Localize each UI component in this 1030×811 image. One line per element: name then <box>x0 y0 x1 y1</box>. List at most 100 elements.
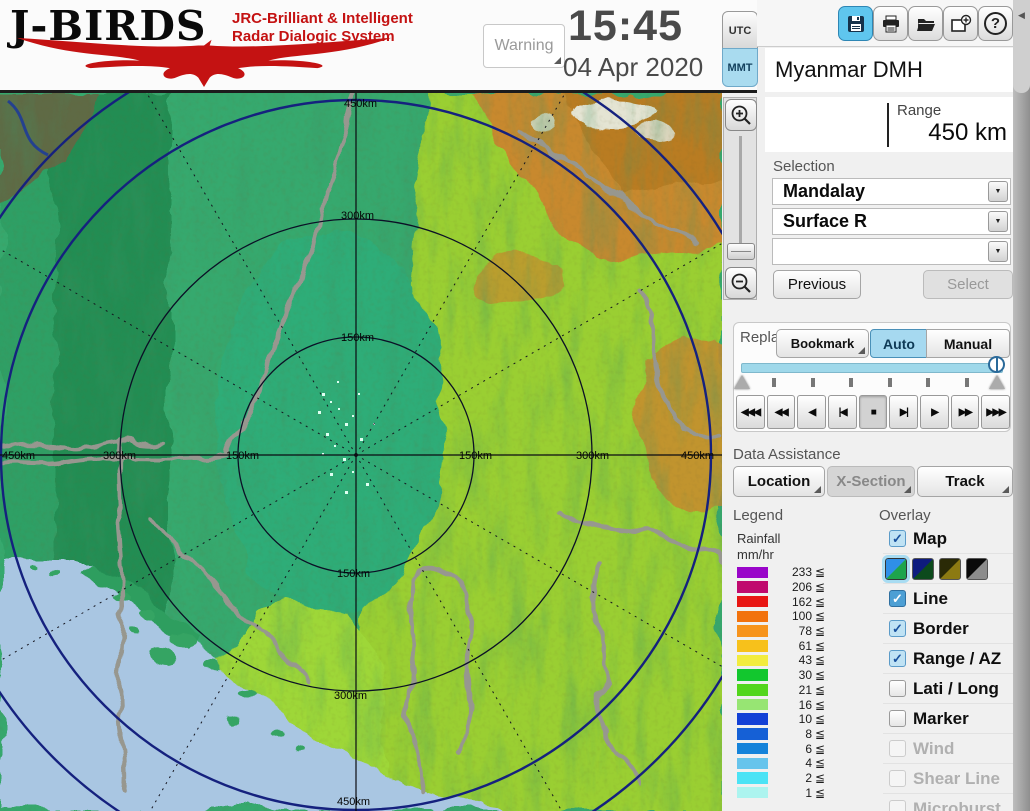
utc-button[interactable]: UTC <box>722 11 758 50</box>
replay-slider-handle[interactable] <box>988 356 1005 373</box>
manual-mode-button[interactable]: Manual <box>926 329 1010 358</box>
legend-swatch <box>737 699 768 711</box>
shear-line-checkbox[interactable]: ✓ <box>889 770 906 787</box>
file-toolbar: ? <box>757 0 1013 47</box>
overlay-row-line[interactable]: ✓ Line <box>883 584 1013 614</box>
overlay-row-wind[interactable]: ✓ Wind <box>883 734 1013 764</box>
fast-rewind-3-button[interactable]: ◀◀◀ <box>736 395 765 429</box>
slider-tick <box>888 378 892 387</box>
add-image-button[interactable] <box>943 6 978 41</box>
play-button[interactable]: ▶ <box>920 395 949 429</box>
legend-entry: 233≦ <box>737 565 832 580</box>
save-icon <box>846 14 866 34</box>
fast-forward-3-button[interactable]: ▶▶▶ <box>981 395 1010 429</box>
previous-button[interactable]: Previous <box>773 270 861 299</box>
legend-swatch <box>737 684 768 696</box>
station-name: Myanmar DMH <box>765 48 1013 92</box>
svg-text:150km: 150km <box>337 568 370 580</box>
legend-entry: 1≦ <box>737 785 832 800</box>
range-divider <box>887 103 889 147</box>
fast-forward-button[interactable]: ▶▶ <box>951 395 980 429</box>
overlay-row-microburst[interactable]: ✓ Microburst <box>883 794 1013 811</box>
check-icon: ✓ <box>892 591 903 607</box>
legend-swatch <box>737 787 768 799</box>
wind-checkbox[interactable]: ✓ <box>889 740 906 757</box>
zoom-in-button[interactable] <box>725 99 757 131</box>
legend-swatch <box>737 581 768 593</box>
collapse-left-icon: ◀ <box>1018 10 1025 93</box>
legend-entry: 21≦ <box>737 683 832 698</box>
line-checkbox[interactable]: ✓ <box>889 590 906 607</box>
replay-range-end-marker[interactable] <box>989 375 1005 389</box>
marker-checkbox[interactable]: ✓ <box>889 710 906 727</box>
map-style-gray[interactable] <box>966 558 988 580</box>
radar-map-canvas[interactable]: 450km 300km 150km 450km 300km 150km 150k… <box>0 93 722 811</box>
range-az-checkbox[interactable]: ✓ <box>889 650 906 667</box>
overlay-row-map[interactable]: ✓ Map <box>883 524 1013 554</box>
legend-entry: 206≦ <box>737 580 832 595</box>
map-style-dark[interactable] <box>912 558 934 580</box>
mmt-button[interactable]: MMT <box>722 48 758 87</box>
overlay-row-marker[interactable]: ✓ Marker <box>883 704 1013 734</box>
step-forward-button[interactable]: ▶| <box>889 395 918 429</box>
chevron-down-icon[interactable]: ▼ <box>988 241 1008 262</box>
slider-tick <box>811 378 815 387</box>
overlay-row-range-az[interactable]: ✓ Range / AZ <box>883 644 1013 674</box>
site-dropdown-value: Mandalay <box>783 181 865 202</box>
help-button[interactable]: ? <box>978 6 1013 41</box>
bookmark-button[interactable]: Bookmark <box>776 329 869 358</box>
replay-range-start-marker[interactable] <box>734 375 750 389</box>
legend-swatch <box>737 772 768 784</box>
site-dropdown[interactable]: Mandalay ▼ <box>772 178 1011 205</box>
chevron-down-icon[interactable]: ▼ <box>988 211 1008 232</box>
clock-time: 15:45 <box>568 2 718 51</box>
slider-tick <box>772 378 776 387</box>
legend-swatch <box>737 640 768 652</box>
overlay-list: ✓ Map ✓ Line ✓ Border ✓ Range / AZ <box>883 524 1013 811</box>
zoom-slider-track[interactable] <box>739 136 742 248</box>
option-dropdown[interactable]: ▼ <box>772 238 1011 265</box>
open-folder-button[interactable] <box>908 6 943 41</box>
play-reverse-button[interactable]: ◀ <box>797 395 826 429</box>
map-checkbox[interactable]: ✓ <box>889 530 906 547</box>
microburst-checkbox[interactable]: ✓ <box>889 800 906 811</box>
chevron-down-icon[interactable]: ▼ <box>988 181 1008 202</box>
legend-entry: 162≦ <box>737 594 832 609</box>
stop-button[interactable]: ■ <box>859 395 888 429</box>
map-style-olive[interactable] <box>939 558 961 580</box>
eagle-logo-icon <box>4 36 404 88</box>
overlay-row-border[interactable]: ✓ Border <box>883 614 1013 644</box>
x-section-button[interactable]: X-Section <box>827 466 915 497</box>
print-button[interactable] <box>873 6 908 41</box>
auto-mode-button[interactable]: Auto <box>870 329 928 358</box>
panel-scroll-strip: ◀ <box>1013 0 1030 811</box>
zoom-slider-handle[interactable] <box>727 243 755 260</box>
select-button[interactable]: Select <box>923 270 1013 299</box>
replay-slider-track[interactable] <box>741 363 1003 373</box>
data-assistance-label: Data Assistance <box>733 446 841 463</box>
svg-text:300km: 300km <box>334 690 367 702</box>
svg-text:150km: 150km <box>459 450 492 462</box>
step-back-button[interactable]: |◀ <box>828 395 857 429</box>
save-button[interactable] <box>838 6 873 41</box>
slider-tick <box>965 378 969 387</box>
border-checkbox[interactable]: ✓ <box>889 620 906 637</box>
legend-swatch <box>737 655 768 667</box>
fast-rewind-button[interactable]: ◀◀ <box>767 395 796 429</box>
lati-long-checkbox[interactable]: ✓ <box>889 680 906 697</box>
replay-panel: Replay Bookmark Auto Manual ◀◀◀ ◀◀ ◀ |◀ … <box>733 322 1011 432</box>
zoom-out-button[interactable] <box>725 267 757 299</box>
svg-text:300km: 300km <box>341 210 374 222</box>
panel-collapse-tab[interactable]: ◀ <box>1013 0 1030 93</box>
overlay-label: Overlay <box>879 507 931 524</box>
track-button[interactable]: Track <box>917 466 1013 497</box>
open-folder-icon <box>916 14 936 34</box>
overlay-row-shear-line[interactable]: ✓ Shear Line <box>883 764 1013 794</box>
warning-button[interactable]: Warning <box>483 24 565 68</box>
check-icon: ✓ <box>892 651 903 667</box>
slider-tick <box>926 378 930 387</box>
overlay-row-lati-long[interactable]: ✓ Lati / Long <box>883 674 1013 704</box>
location-button[interactable]: Location <box>733 466 825 497</box>
map-style-color[interactable] <box>885 558 907 580</box>
product-dropdown[interactable]: Surface R ▼ <box>772 208 1011 235</box>
